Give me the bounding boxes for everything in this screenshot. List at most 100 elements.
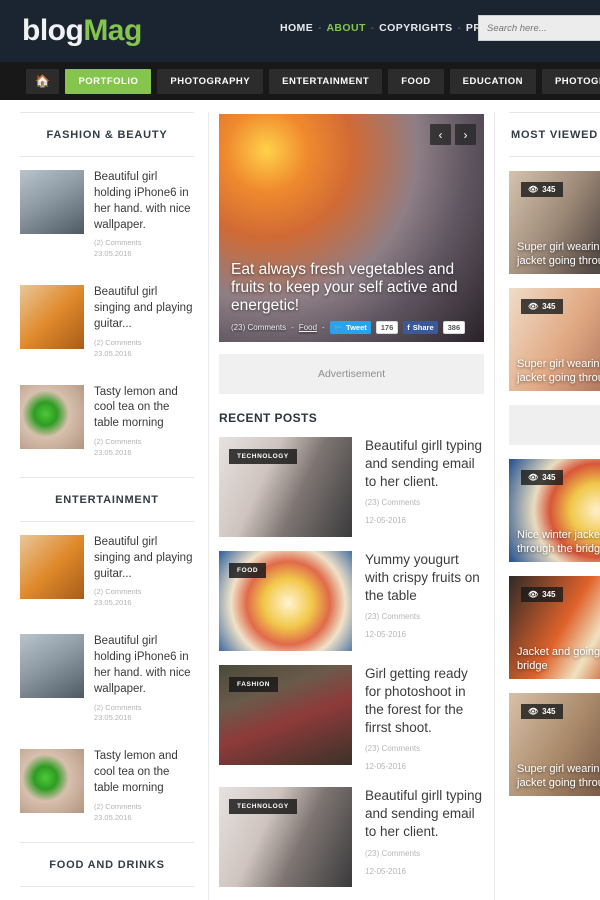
- card-title[interactable]: Super girl wearing winter jacket going t…: [517, 763, 600, 790]
- post-date: 23.05.2016: [94, 447, 132, 457]
- tweet-count: 176: [375, 321, 399, 334]
- list-item[interactable]: 👁 345 Super girl wearing winter jacket g…: [509, 171, 600, 274]
- view-count: 345: [542, 473, 556, 482]
- category-tab-education[interactable]: EDUCATION: [449, 68, 536, 94]
- post-title[interactable]: Beautiful girl holding iPhone6 in her ha…: [94, 170, 194, 233]
- nav-separator: -: [370, 22, 375, 34]
- widget-title: FASHION & BEAUTY: [20, 112, 194, 157]
- hero-slider[interactable]: ‹ › Eat always fresh vegetables and frui…: [219, 114, 484, 342]
- status-badge: FOOD: [229, 563, 267, 578]
- post-date: 12-05-2016: [365, 866, 406, 876]
- search-input[interactable]: [479, 16, 600, 40]
- view-count: 345: [542, 302, 556, 311]
- list-item[interactable]: Beautiful girl holding iPhone6 in her ha…: [20, 157, 194, 272]
- meta-separator: -: [291, 323, 294, 332]
- post-date: 12-05-2016: [365, 762, 406, 772]
- post-date: 23.05.2016: [94, 598, 132, 608]
- card-title[interactable]: Nice winter jacket going through the bri…: [517, 529, 600, 556]
- top-nav-about[interactable]: ABOUT: [326, 22, 365, 34]
- eye-icon: 👁: [528, 590, 539, 599]
- widget-title: ENTERTAINMENT: [20, 476, 194, 522]
- post-title[interactable]: Tasty lemon and cool tea on the table mo…: [94, 749, 194, 797]
- nav-separator: -: [318, 22, 322, 34]
- chevron-left-icon[interactable]: ‹: [430, 124, 451, 145]
- post-comments: (23) Comments: [365, 612, 421, 622]
- eye-icon: 👁: [528, 185, 539, 194]
- top-nav-copyrights[interactable]: COPYRIGHTS: [379, 22, 452, 34]
- list-item[interactable]: 👁 345 Jacket and going through the bridg…: [509, 576, 600, 679]
- logo-primary-text: blog: [22, 14, 84, 47]
- table-row[interactable]: TECHNOLOGY Beautiful girll typing and se…: [219, 787, 484, 888]
- recent-posts-heading: RECENT POSTS: [219, 411, 318, 425]
- site-logo[interactable]: blogMag: [22, 14, 142, 48]
- list-item[interactable]: 👁 345 Nice winter jacket going through t…: [509, 459, 600, 562]
- most-viewed-title: MOST VIEWED: [509, 112, 600, 157]
- top-nav-home[interactable]: HOME: [280, 22, 313, 34]
- list-item[interactable]: Beautiful girl singing and playing guita…: [20, 272, 194, 371]
- post-title[interactable]: Beautiful girl singing and playing guita…: [94, 285, 194, 333]
- chevron-right-icon[interactable]: ›: [455, 124, 476, 145]
- slide-category-link[interactable]: Food: [299, 323, 317, 332]
- post-thumbnail: TECHNOLOGY: [219, 437, 352, 537]
- post-title[interactable]: Tasty lemon and cool tea on the table mo…: [94, 385, 194, 433]
- widget-entertainment: ENTERTAINMENT Beautiful girl singing and…: [20, 476, 194, 836]
- list-item[interactable]: Tasty lemon and cool tea on the table mo…: [20, 736, 194, 835]
- category-tab-photography-2[interactable]: PHOTOGRAPHY: [541, 68, 600, 94]
- table-row[interactable]: TECHNOLOGY Beautiful girll typing and se…: [219, 437, 484, 537]
- slider-controls: ‹ ›: [430, 124, 476, 145]
- post-date: 23.05.2016: [94, 713, 132, 723]
- view-count-badge: 👁 345: [521, 470, 563, 485]
- post-comments: (23) Comments: [365, 498, 421, 508]
- post-comments: (23) Comments: [365, 744, 421, 754]
- advertisement-banner[interactable]: Advertisement: [219, 354, 484, 394]
- home-icon[interactable]: 🏠: [26, 68, 60, 94]
- post-thumbnail: [20, 384, 84, 449]
- list-item[interactable]: Tasty lemon and cool tea on the table mo…: [20, 372, 194, 471]
- list-item[interactable]: Beautiful girl singing and playing guita…: [20, 887, 194, 900]
- list-item[interactable]: 👁 345 Super girl wearing winter jacket g…: [509, 693, 600, 796]
- category-tab-portfolio[interactable]: PORTFOLIO: [65, 68, 152, 94]
- tweet-label: Tweet: [346, 323, 367, 332]
- twitter-tweet-button[interactable]: 🐦 Tweet: [329, 321, 371, 334]
- post-comments: (2) Comments: [94, 337, 142, 347]
- table-row[interactable]: FOOD Yummy yougurt with crispy fruits on…: [219, 551, 484, 651]
- post-title[interactable]: Girl getting ready for photoshoot in the…: [365, 665, 484, 737]
- slide-meta: (23) Comments - Food - 🐦 Tweet 176 f Sha…: [231, 321, 472, 334]
- post-title[interactable]: Beautiful girl holding iPhone6 in her ha…: [94, 634, 194, 697]
- site-header: blogMag HOME - ABOUT - COPYRIGHTS - PRIV…: [0, 0, 600, 62]
- post-date: 12-05-2016: [365, 516, 406, 526]
- facebook-icon: f: [407, 323, 410, 332]
- share-label: Share: [412, 323, 434, 332]
- status-badge: TECHNOLOGY: [229, 799, 297, 815]
- list-item[interactable]: 👁 345 Super girl wearing winter jacket g…: [509, 288, 600, 391]
- post-date: 23.05.2016: [94, 348, 132, 358]
- table-row[interactable]: FASHION Girl getting ready for photoshoo…: [219, 665, 484, 773]
- post-thumbnail: TECHNOLOGY: [219, 787, 352, 888]
- list-item[interactable]: Beautiful girl singing and playing guita…: [20, 522, 194, 621]
- post-title[interactable]: Beautiful girl singing and playing guita…: [94, 535, 194, 583]
- status-badge: TECHNOLOGY: [229, 449, 297, 464]
- slide-title[interactable]: Eat always fresh vegetables and fruits t…: [231, 261, 472, 315]
- category-tab-entertainment[interactable]: ENTERTAINMENT: [269, 68, 383, 94]
- list-item[interactable]: Beautiful girl holding iPhone6 in her ha…: [20, 621, 194, 736]
- facebook-share-button[interactable]: f Share: [403, 321, 438, 334]
- post-title[interactable]: Beautiful girll typing and sending email…: [365, 437, 484, 491]
- status-badge: FASHION: [229, 677, 279, 692]
- card-title[interactable]: Jacket and going through the bridge: [517, 646, 600, 673]
- card-title[interactable]: Super girl wearing winter jacket going t…: [517, 241, 600, 268]
- post-comments: (2) Comments: [94, 437, 142, 447]
- post-thumbnail: [20, 634, 84, 699]
- logo-accent-text: Mag: [83, 14, 142, 47]
- post-comments: (2) Comments: [94, 587, 142, 597]
- sidebar-advertisement[interactable]: [509, 405, 600, 445]
- post-title[interactable]: Yummy yougurt with crispy fruits on the …: [365, 551, 484, 605]
- post-title[interactable]: Beautiful girll typing and sending email…: [365, 787, 484, 841]
- post-thumbnail: [20, 749, 84, 814]
- search-box[interactable]: [478, 15, 600, 41]
- category-tab-food[interactable]: FOOD: [388, 68, 444, 94]
- post-date: 23.05.2016: [94, 812, 132, 822]
- eye-icon: 👁: [528, 707, 539, 716]
- category-tab-photography[interactable]: PHOTOGRAPHY: [157, 68, 264, 94]
- page-body: FASHION & BEAUTY Beautiful girl holding …: [0, 100, 600, 900]
- card-title[interactable]: Super girl wearing winter jacket going t…: [517, 358, 600, 385]
